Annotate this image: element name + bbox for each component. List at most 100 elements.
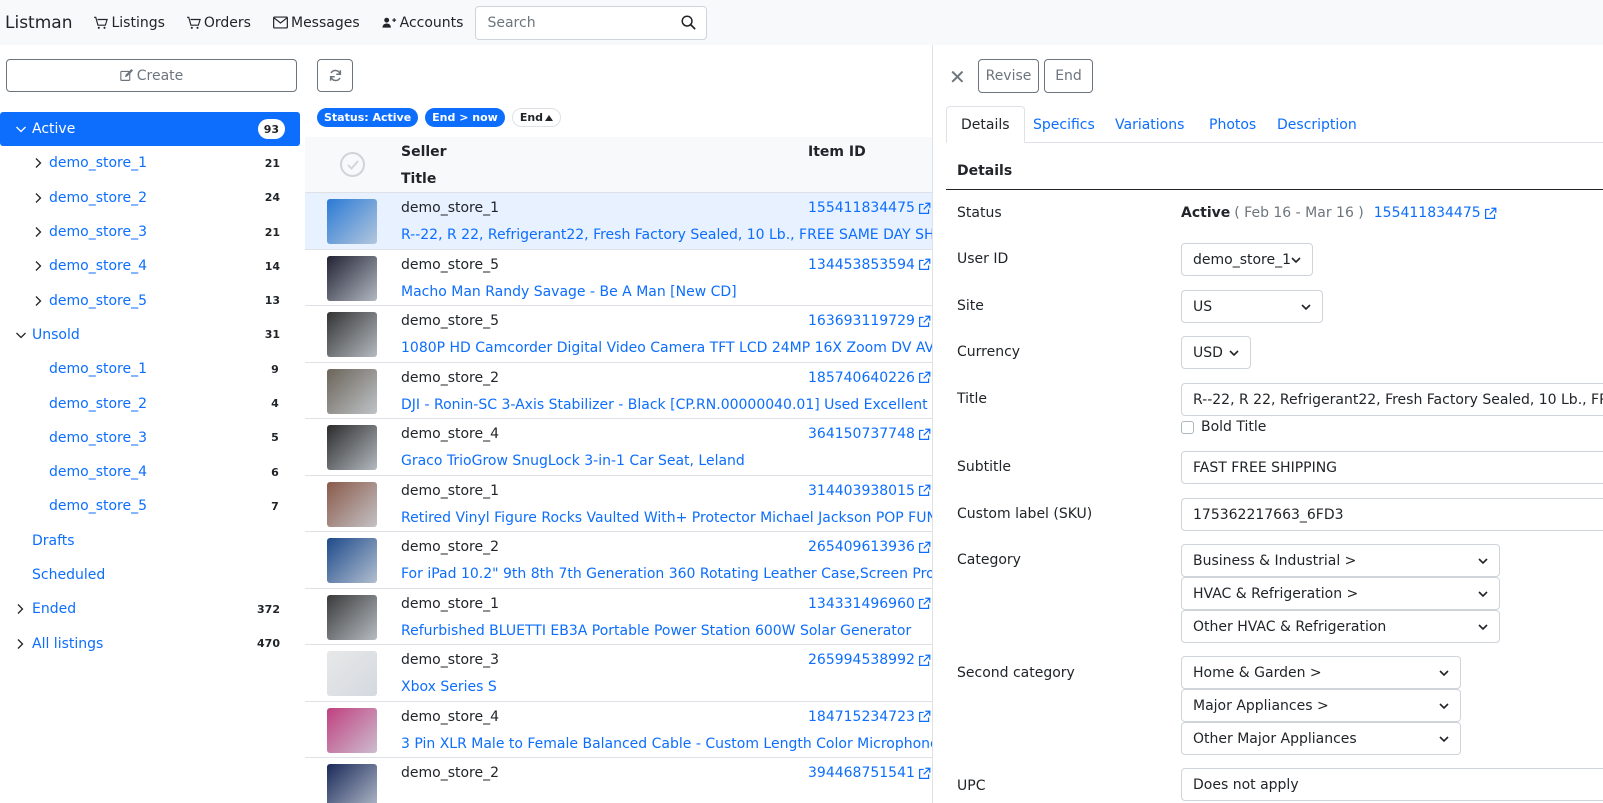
close-icon[interactable]: ✕ (949, 65, 966, 89)
second-category-select-1[interactable]: Home & Garden > (1181, 656, 1461, 689)
tab-photos[interactable]: Photos (1195, 106, 1270, 143)
listing-thumbnail[interactable] (327, 425, 377, 470)
row-item-id-link[interactable]: 394468751541 (808, 765, 931, 781)
table-row[interactable]: demo_store_2 265409613936 For iPad 10.2" 9… (305, 532, 932, 589)
row-item-id-link[interactable]: 184715234723 (808, 709, 931, 725)
sidebar-item-demo-store-4[interactable]: demo_store_4 6 (0, 455, 300, 489)
sidebar-item-ended[interactable]: Ended 372 (0, 592, 300, 626)
currency-select[interactable]: USD (1181, 336, 1251, 369)
tab-details[interactable]: Details (946, 106, 1025, 143)
sidebar-item-unsold[interactable]: Unsold 31 (0, 318, 300, 352)
row-item-id-link[interactable]: 314403938015 (808, 483, 931, 499)
sku-input[interactable]: 175362217663_6FD3 (1181, 498, 1603, 531)
row-item-id-link[interactable]: 134453853594 (808, 257, 931, 273)
tab-description[interactable]: Description (1263, 106, 1371, 143)
row-title[interactable]: Macho Man Randy Savage - Be A Man [New C… (401, 284, 737, 300)
table-row[interactable]: demo_store_5 163693119729 1080P HD Camcord… (305, 306, 932, 363)
chevron-right-icon[interactable] (33, 260, 43, 272)
tab-specifics[interactable]: Specifics (1019, 106, 1109, 143)
sidebar-item-demo-store-3[interactable]: demo_store_3 21 (0, 215, 300, 249)
bold-title-checkbox[interactable] (1181, 420, 1194, 434)
listing-thumbnail[interactable] (327, 199, 377, 244)
row-item-id-link[interactable]: 134331496960 (808, 596, 931, 612)
sidebar-item-demo-store-3[interactable]: demo_store_3 5 (0, 421, 300, 455)
header-title[interactable]: Title (401, 171, 436, 187)
second-category-select-2[interactable]: Major Appliances > (1181, 689, 1461, 722)
row-title[interactable]: 1080P HD Camcorder Digital Video Camera … (401, 340, 932, 356)
listing-thumbnail[interactable] (327, 538, 377, 583)
sidebar-item-demo-store-2[interactable]: demo_store_2 4 (0, 386, 300, 420)
sidebar-item-demo-store-5[interactable]: demo_store_5 13 (0, 283, 300, 317)
row-item-id-link[interactable]: 155411834475 (808, 200, 931, 216)
title-input[interactable]: R--22, R 22, Refrigerant22, Fresh Factor… (1181, 383, 1603, 416)
sidebar-item-demo-store-4[interactable]: demo_store_4 14 (0, 249, 300, 283)
table-row[interactable]: demo_store_5 134453853594 Macho Man Randy … (305, 250, 932, 306)
listing-thumbnail[interactable] (327, 481, 377, 527)
listing-thumbnail[interactable] (327, 707, 377, 753)
listing-thumbnail[interactable] (327, 764, 377, 803)
table-row[interactable]: demo_store_1 134331496960 Refurbished BLUE… (305, 589, 932, 645)
table-row[interactable]: demo_store_3 265994538992 Xbox Series S (305, 645, 932, 702)
listing-thumbnail[interactable] (327, 594, 377, 640)
row-item-id-link[interactable]: 265409613936 (808, 539, 931, 555)
row-title[interactable]: For iPad 10.2" 9th 8th 7th Generation 36… (401, 566, 932, 582)
table-row[interactable]: demo_store_4 184715234723 3 Pin XLR Male t… (305, 702, 932, 758)
row-item-id-link[interactable]: 163693119729 (808, 313, 931, 329)
table-row[interactable]: demo_store_4 364150737748 Graco TrioGrow S… (305, 419, 932, 476)
chevron-right-icon[interactable] (33, 226, 43, 238)
sidebar-item-active[interactable]: Active 93 (0, 112, 300, 147)
listing-thumbnail[interactable] (327, 312, 377, 357)
tab-variations[interactable]: Variations (1101, 106, 1198, 143)
nav-messages[interactable]: Messages (273, 15, 360, 31)
table-row[interactable]: demo_store_2 185740640226 DJI - Ronin-SC 3… (305, 363, 932, 419)
refresh-button[interactable] (317, 59, 353, 92)
filter-end[interactable]: End > now (425, 108, 505, 127)
table-row[interactable]: demo_store_1 314403938015 Retired Vinyl Fi… (305, 476, 932, 532)
filter-status[interactable]: Status: Active (317, 108, 419, 127)
table-row[interactable]: demo_store_2 394468751541 (305, 758, 932, 803)
search-input[interactable] (476, 14, 682, 31)
sidebar-item-demo-store-1[interactable]: demo_store_1 21 (0, 146, 300, 180)
row-title[interactable]: DJI - Ronin-SC 3-Axis Stabilizer - Black… (401, 397, 928, 413)
sidebar-item-all-listings[interactable]: All listings 470 (0, 626, 300, 660)
site-select[interactable]: US (1181, 290, 1323, 323)
category-select-3[interactable]: Other HVAC & Refrigeration (1181, 610, 1500, 643)
status-item-link[interactable]: 155411834475 (1374, 205, 1497, 221)
listing-thumbnail[interactable] (327, 651, 377, 696)
nav-orders[interactable]: Orders (186, 15, 251, 31)
sidebar-item-scheduled[interactable]: Scheduled (0, 558, 300, 592)
end-button[interactable]: End (1044, 59, 1093, 93)
chevron-right-icon[interactable] (15, 603, 25, 615)
sidebar-item-demo-store-1[interactable]: demo_store_1 9 (0, 352, 300, 386)
sidebar-item-demo-store-2[interactable]: demo_store_2 24 (0, 181, 300, 215)
listing-thumbnail[interactable] (327, 368, 377, 414)
subtitle-input[interactable]: FAST FREE SHIPPING (1181, 451, 1603, 484)
second-category-select-3[interactable]: Other Major Appliances (1181, 722, 1461, 755)
category-select-2[interactable]: HVAC & Refrigeration > (1181, 577, 1500, 610)
row-item-id-link[interactable]: 185740640226 (808, 370, 931, 386)
row-title[interactable]: Retired Vinyl Figure Rocks Vaulted With+… (401, 510, 932, 526)
sort-end[interactable]: End (511, 108, 562, 127)
header-item-id[interactable]: Item ID (808, 144, 866, 160)
row-title[interactable]: Refurbished BLUETTI EB3A Portable Power … (401, 623, 911, 639)
chevron-down-icon[interactable] (15, 123, 27, 135)
listing-thumbnail[interactable] (327, 255, 377, 301)
row-item-id-link[interactable]: 265994538992 (808, 652, 931, 668)
select-all-checkbox[interactable] (340, 152, 365, 177)
table-row[interactable]: demo_store_1 155411834475 R--22, R 22, Ref… (305, 193, 932, 250)
sidebar-item-demo-store-5[interactable]: demo_store_5 7 (0, 489, 300, 523)
nav-accounts[interactable]: Accounts (382, 15, 463, 31)
chevron-right-icon[interactable] (33, 295, 43, 307)
row-title[interactable]: 3 Pin XLR Male to Female Balanced Cable … (401, 736, 932, 752)
row-title[interactable]: Xbox Series S (401, 679, 497, 695)
row-item-id-link[interactable]: 364150737748 (808, 426, 931, 442)
chevron-down-icon[interactable] (15, 329, 27, 341)
chevron-right-icon[interactable] (15, 638, 25, 650)
category-select-1[interactable]: Business & Industrial > (1181, 544, 1500, 577)
nav-listings[interactable]: Listings (94, 15, 165, 31)
chevron-right-icon[interactable] (33, 192, 43, 204)
upc-input[interactable]: Does not apply (1181, 768, 1603, 801)
user-id-select[interactable]: demo_store_1 (1181, 243, 1313, 276)
row-title[interactable]: R--22, R 22, Refrigerant22, Fresh Factor… (401, 227, 932, 243)
chevron-right-icon[interactable] (33, 157, 43, 169)
